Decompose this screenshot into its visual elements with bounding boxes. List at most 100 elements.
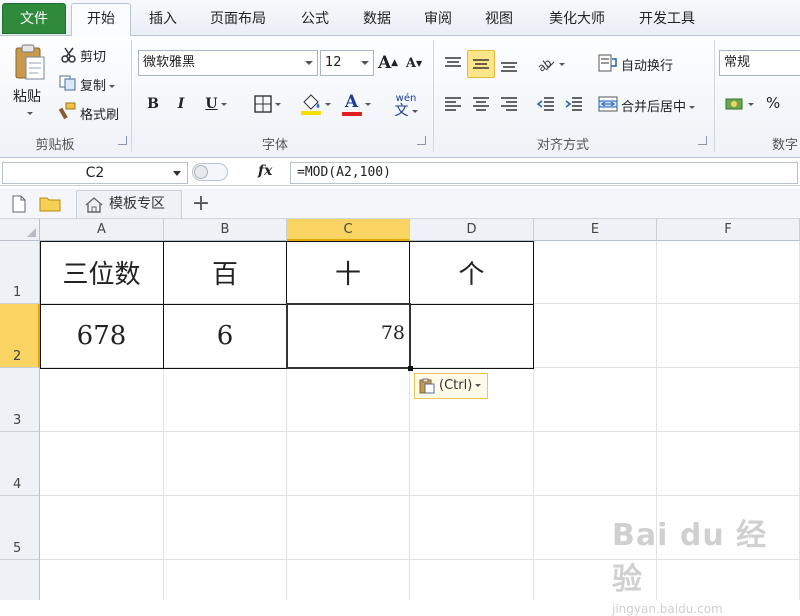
- tab-insert[interactable]: 插入: [135, 6, 191, 34]
- cell-e5[interactable]: [534, 496, 657, 560]
- column-header-f[interactable]: F: [657, 219, 800, 241]
- align-left-button[interactable]: [441, 92, 465, 116]
- tab-view[interactable]: 视图: [471, 6, 527, 34]
- orientation-button[interactable]: ab: [534, 52, 566, 76]
- alignment-launcher[interactable]: [698, 136, 707, 145]
- cell-e6[interactable]: [534, 560, 657, 600]
- insert-function-button[interactable]: fx: [258, 163, 272, 179]
- row-header-4[interactable]: 4: [0, 432, 40, 496]
- merge-center-button[interactable]: 合并后居中: [621, 96, 696, 115]
- align-top-button[interactable]: [441, 52, 465, 76]
- cell-c4[interactable]: [287, 432, 410, 496]
- row-header-6[interactable]: [0, 560, 40, 600]
- cell-f6[interactable]: [657, 560, 800, 600]
- italic-button[interactable]: I: [170, 92, 192, 116]
- wrap-text-button[interactable]: 自动换行: [621, 55, 673, 74]
- copy-button[interactable]: 复制: [80, 75, 116, 94]
- paste-button[interactable]: 粘贴: [13, 86, 41, 106]
- open-folder-icon[interactable]: [38, 194, 62, 214]
- font-launcher[interactable]: [417, 136, 426, 145]
- column-header-a[interactable]: A: [40, 219, 164, 241]
- paste-dropdown[interactable]: [24, 106, 33, 121]
- cell-e4[interactable]: [534, 432, 657, 496]
- cell-e3[interactable]: [534, 368, 657, 432]
- tab-template-zone[interactable]: 模板专区: [76, 190, 182, 218]
- cell-d5[interactable]: [410, 496, 534, 560]
- column-header-c[interactable]: C: [287, 219, 410, 241]
- row-header-5[interactable]: 5: [0, 496, 40, 560]
- align-bottom-button[interactable]: [497, 52, 521, 78]
- cell-d2[interactable]: [410, 304, 534, 368]
- cell-c6[interactable]: [287, 560, 410, 600]
- cell-c5[interactable]: [287, 496, 410, 560]
- cell-e1[interactable]: [534, 241, 657, 304]
- cell-a5[interactable]: [40, 496, 164, 560]
- cell-c2[interactable]: 78: [287, 304, 410, 368]
- new-document-icon[interactable]: [10, 194, 28, 214]
- cell-b1[interactable]: 百: [164, 241, 287, 304]
- formula-input[interactable]: =MOD(A2,100): [290, 162, 798, 184]
- cell-a6[interactable]: [40, 560, 164, 600]
- cut-button[interactable]: 剪切: [80, 46, 106, 65]
- font-name-select[interactable]: 微软雅黑: [138, 50, 318, 76]
- cell-c1[interactable]: 十: [287, 241, 410, 304]
- name-box[interactable]: C2: [2, 162, 188, 184]
- cell-f5[interactable]: [657, 496, 800, 560]
- cell-b2[interactable]: 6: [164, 304, 287, 368]
- tab-developer[interactable]: 开发工具: [627, 6, 707, 34]
- bold-button[interactable]: B: [142, 92, 164, 116]
- grow-font-button[interactable]: A ▲: [378, 50, 398, 76]
- borders-button[interactable]: [248, 92, 286, 116]
- clipboard-launcher[interactable]: [118, 136, 127, 145]
- column-header-e[interactable]: E: [534, 219, 657, 241]
- tab-data[interactable]: 数据: [349, 6, 405, 34]
- tab-page-layout[interactable]: 页面布局: [200, 6, 276, 34]
- accounting-format-button[interactable]: [722, 92, 756, 116]
- row-header-1[interactable]: 1: [0, 241, 40, 304]
- increase-indent-button[interactable]: [562, 92, 586, 116]
- fill-color-button[interactable]: [298, 90, 332, 118]
- cell-b3[interactable]: [164, 368, 287, 432]
- align-center-button[interactable]: [469, 92, 493, 116]
- align-right-button[interactable]: [497, 92, 521, 116]
- decrease-indent-button[interactable]: [534, 92, 558, 116]
- cell-c3[interactable]: [287, 368, 410, 432]
- underline-button[interactable]: U: [196, 92, 236, 116]
- cell-a4[interactable]: [40, 432, 164, 496]
- column-header-b[interactable]: B: [164, 219, 287, 241]
- tab-home[interactable]: 开始: [71, 3, 131, 37]
- row-header-2[interactable]: 2: [0, 304, 40, 368]
- paste-icon[interactable]: [12, 42, 48, 82]
- cell-a1[interactable]: 三位数: [40, 241, 164, 304]
- cell-b5[interactable]: [164, 496, 287, 560]
- tab-beautify[interactable]: 美化大师: [537, 6, 617, 34]
- number-format-select[interactable]: 常规: [719, 50, 800, 76]
- percent-button[interactable]: %: [766, 94, 780, 112]
- cell-b4[interactable]: [164, 432, 287, 496]
- cell-b6[interactable]: [164, 560, 287, 600]
- tab-file[interactable]: 文件: [2, 3, 66, 34]
- cell-f2[interactable]: [657, 304, 800, 368]
- select-all-corner[interactable]: [0, 219, 40, 241]
- cell-e2[interactable]: [534, 304, 657, 368]
- cell-a3[interactable]: [40, 368, 164, 432]
- cell-a2[interactable]: 678: [40, 304, 164, 368]
- cell-f4[interactable]: [657, 432, 800, 496]
- format-painter-button[interactable]: 格式刷: [80, 104, 119, 123]
- paste-options-button[interactable]: (Ctrl): [414, 373, 488, 399]
- cell-d1[interactable]: 个: [410, 241, 534, 304]
- tab-review[interactable]: 审阅: [410, 6, 466, 34]
- tab-formulas[interactable]: 公式: [287, 6, 343, 34]
- column-header-d[interactable]: D: [410, 219, 534, 241]
- cell-d6[interactable]: [410, 560, 534, 600]
- add-tab-button[interactable]: +: [188, 190, 214, 216]
- fill-handle[interactable]: [408, 366, 413, 371]
- cell-f3[interactable]: [657, 368, 800, 432]
- font-size-select[interactable]: 12: [320, 50, 374, 76]
- phonetic-button[interactable]: wén 文: [386, 90, 426, 120]
- align-middle-button[interactable]: [467, 50, 495, 78]
- shrink-font-button[interactable]: A ▼: [404, 52, 424, 74]
- cell-f1[interactable]: [657, 241, 800, 304]
- row-header-3[interactable]: 3: [0, 368, 40, 432]
- font-color-button[interactable]: A: [338, 90, 374, 118]
